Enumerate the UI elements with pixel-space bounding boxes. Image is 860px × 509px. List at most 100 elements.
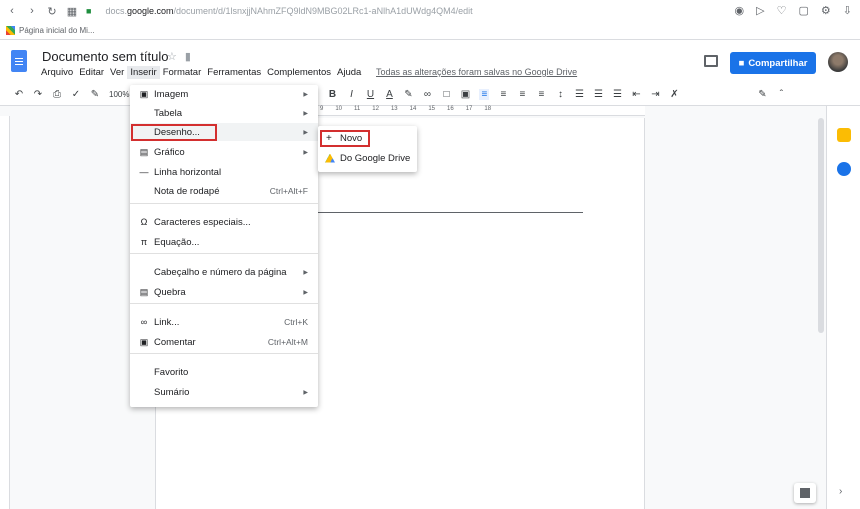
- print-icon[interactable]: ⎙: [52, 89, 62, 100]
- submenu-item-label: Do Google Drive: [340, 152, 411, 164]
- shortcut-label: Ctrl+Alt+F: [269, 186, 308, 196]
- explore-button[interactable]: [794, 483, 816, 503]
- menu-item-label: Quebra: [154, 286, 186, 298]
- page-break-icon: ▤: [139, 286, 149, 297]
- menu-item-tabela[interactable]: Tabela ▶: [130, 104, 318, 122]
- send-icon[interactable]: ▷: [756, 4, 764, 17]
- menu-item-linha-horizontal[interactable]: — Linha horizontal: [130, 163, 318, 181]
- camera-icon[interactable]: ◉: [735, 4, 745, 17]
- ruler-number: 18: [484, 106, 492, 112]
- decrease-indent-icon[interactable]: ⇤: [631, 89, 641, 100]
- menu-item-label: Link...: [154, 316, 180, 328]
- highlight-icon[interactable]: ✎: [403, 89, 413, 100]
- clear-format-icon[interactable]: ✗: [669, 89, 679, 100]
- menu-item-cabecalho[interactable]: Cabeçalho e número da página ▶: [130, 263, 318, 281]
- apps-icon[interactable]: [6, 26, 15, 35]
- browser-actions: ◉ ▷ ♡ ▢ ⚙ ⇩: [735, 4, 852, 17]
- docs-logo-icon[interactable]: [11, 50, 27, 72]
- menu-item-nota-rodape[interactable]: Nota de rodapé Ctrl+Alt+F: [130, 182, 318, 200]
- side-panel: ›: [826, 106, 860, 509]
- underline-icon[interactable]: U: [365, 89, 375, 100]
- menu-item-quebra[interactable]: ▤ Quebra ▶: [130, 283, 318, 301]
- editing-mode-icon[interactable]: ✎: [757, 89, 767, 100]
- menu-complementos[interactable]: Complementos: [264, 66, 334, 79]
- lock-small-icon: ■: [738, 57, 745, 69]
- menu-inserir[interactable]: Inserir: [127, 66, 160, 79]
- heart-icon[interactable]: ♡: [777, 4, 787, 17]
- bookmark-item[interactable]: Página inicial do Mi...: [19, 26, 95, 35]
- menu-ver[interactable]: Ver: [107, 66, 127, 79]
- align-right-icon[interactable]: ≡: [517, 89, 527, 100]
- menu-item-imagem[interactable]: ▣ Imagem ▶: [130, 85, 318, 103]
- saved-status[interactable]: Todas as alterações foram salvas no Goog…: [376, 67, 577, 77]
- add-comment-icon[interactable]: □: [441, 89, 451, 100]
- extension-icon[interactable]: ⚙: [821, 4, 831, 17]
- lock-icon: ■: [86, 6, 92, 16]
- shortcut-label: Ctrl+Alt+M: [267, 337, 308, 347]
- menu-item-equacao[interactable]: π Equação...: [130, 233, 318, 251]
- shortcut-label: Ctrl+K: [284, 317, 308, 327]
- justify-icon[interactable]: ≡: [536, 89, 546, 100]
- line-spacing-icon[interactable]: ↕: [555, 89, 565, 100]
- submenu-item-drive[interactable]: Do Google Drive: [318, 149, 417, 167]
- tabs-grid-icon[interactable]: ▦: [66, 5, 78, 18]
- box-icon[interactable]: ▢: [799, 4, 809, 17]
- reload-icon[interactable]: ↻: [46, 5, 58, 18]
- menu-item-favorito[interactable]: Favorito: [130, 363, 318, 381]
- undo-icon[interactable]: ↶: [14, 89, 24, 100]
- keep-icon[interactable]: [837, 128, 851, 142]
- menu-ferramentas[interactable]: Ferramentas: [204, 66, 264, 79]
- menu-item-label: Gráfico: [154, 146, 185, 158]
- ruler-number: 14: [409, 106, 417, 112]
- redo-icon[interactable]: ↷: [33, 89, 43, 100]
- forward-icon[interactable]: ›: [26, 5, 38, 17]
- bold-icon[interactable]: B: [327, 89, 337, 100]
- avatar[interactable]: [828, 52, 848, 72]
- text-color-icon[interactable]: A: [384, 89, 394, 100]
- ruler-number: 17: [465, 106, 473, 112]
- italic-icon[interactable]: I: [346, 89, 356, 100]
- link-icon[interactable]: ∞: [422, 89, 432, 100]
- menu-item-sumario[interactable]: Sumário ▶: [130, 383, 318, 401]
- folder-icon[interactable]: ▮: [185, 50, 191, 63]
- expand-panel-icon[interactable]: ›: [839, 486, 842, 497]
- download-icon[interactable]: ⇩: [843, 4, 852, 17]
- menu-formatar[interactable]: Formatar: [160, 66, 205, 79]
- link-icon: ∞: [140, 317, 148, 327]
- zoom-select[interactable]: 100%: [109, 90, 129, 99]
- paint-format-icon[interactable]: ✎: [90, 89, 100, 100]
- share-button[interactable]: ■ Compartilhar: [730, 52, 816, 74]
- menu-item-label: Equação...: [154, 236, 200, 248]
- menu-editar[interactable]: Editar: [76, 66, 107, 79]
- submenu-arrow-icon: ▶: [303, 110, 308, 117]
- menu-item-label: Nota de rodapé: [154, 185, 220, 197]
- menu-arquivo[interactable]: Arquivo: [38, 66, 76, 79]
- document-title[interactable]: Documento sem título: [42, 49, 168, 64]
- chart-icon: ▤: [139, 146, 149, 157]
- menu-item-comentar[interactable]: ▣ Comentar Ctrl+Alt+M: [130, 333, 318, 351]
- ruler-number: 12: [372, 106, 379, 112]
- address-bar[interactable]: docs.google.com/document/d/1lsnxjjNAhmZF…: [105, 6, 705, 16]
- back-icon[interactable]: ‹: [6, 5, 18, 17]
- collapse-icon[interactable]: ˆ: [776, 89, 786, 100]
- menu-item-label: Tabela: [154, 107, 182, 119]
- menu-item-grafico[interactable]: ▤ Gráfico ▶: [130, 143, 318, 161]
- menu-item-link[interactable]: ∞ Link... Ctrl+K: [130, 313, 318, 331]
- numbered-list-icon[interactable]: ☰: [612, 89, 622, 100]
- menu-item-caracteres[interactable]: Ω Caracteres especiais...: [130, 213, 318, 231]
- bullet-list-icon[interactable]: ☰: [593, 89, 603, 100]
- ruler-number: 13: [390, 106, 398, 112]
- menu-ajuda[interactable]: Ajuda: [334, 66, 364, 79]
- align-left-icon[interactable]: ≡: [479, 89, 490, 100]
- align-center-icon[interactable]: ≡: [498, 89, 508, 100]
- insert-image-icon[interactable]: ▣: [460, 89, 470, 100]
- increase-indent-icon[interactable]: ⇥: [650, 89, 660, 100]
- tasks-icon[interactable]: [837, 162, 851, 176]
- checklist-icon[interactable]: ☰: [574, 89, 584, 100]
- highlight-box-novo: [320, 130, 370, 147]
- star-icon[interactable]: ☆: [167, 50, 177, 63]
- scrollbar[interactable]: [818, 118, 824, 333]
- vertical-ruler[interactable]: [0, 116, 10, 509]
- comments-icon[interactable]: [704, 55, 718, 67]
- spellcheck-icon[interactable]: ✓: [71, 89, 81, 100]
